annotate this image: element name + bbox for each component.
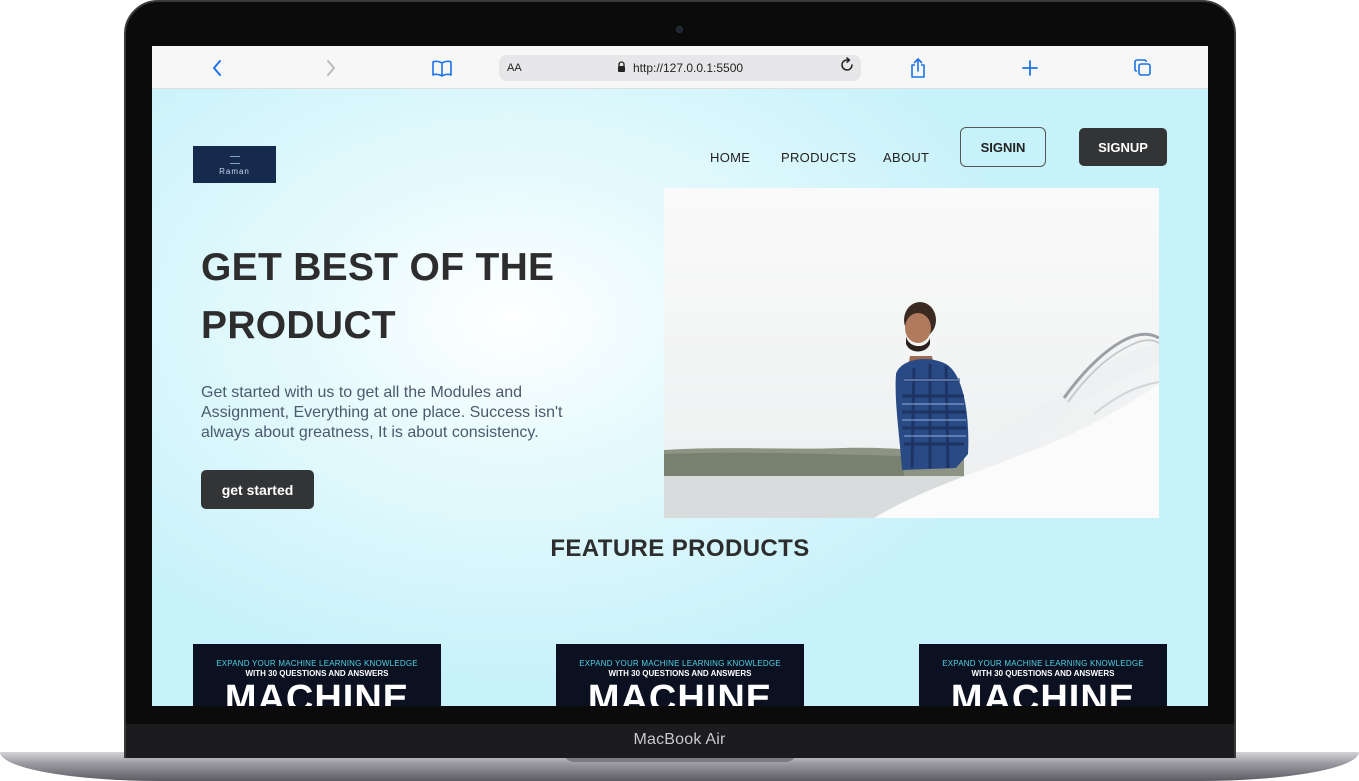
product-card[interactable]: EXPAND YOUR MACHINE LEARNING KNOWLEDGE W…: [556, 644, 804, 706]
url-text: http://127.0.0.1:5500: [632, 61, 744, 75]
hero-photo-illustration: [664, 188, 1159, 518]
product-card[interactable]: EXPAND YOUR MACHINE LEARNING KNOWLEDGE W…: [919, 644, 1167, 706]
address-bar[interactable]: AA http://127.0.0.1:5500: [499, 55, 861, 81]
book-icon[interactable]: [429, 46, 455, 89]
chevron-left-icon[interactable]: [204, 46, 230, 89]
feature-products-title: FEATURE PRODUCTS: [550, 535, 810, 562]
nav-products-link[interactable]: PRODUCTS: [781, 143, 856, 173]
browser-toolbar: AA http://127.0.0.1:5500: [152, 46, 1208, 89]
hero-title: GET BEST OF THE PRODUCT: [201, 239, 621, 355]
web-page: Raman HOME PRODUCTS ABOUT SIGNIN SIGNUP …: [152, 89, 1208, 706]
product-card-tagline: EXPAND YOUR MACHINE LEARNING KNOWLEDGE: [216, 659, 418, 668]
hero-title-line-2: PRODUCT: [201, 304, 396, 347]
product-card-subtitle: WITH 30 QUESTIONS AND ANSWERS: [971, 669, 1115, 678]
camera-icon: [676, 26, 683, 33]
laptop-mockup: MacBook Air AA http://127.0.0.1:5500 Ram…: [0, 0, 1359, 781]
hero-image: [664, 188, 1159, 518]
product-card-title: MACHINE: [224, 678, 410, 706]
device-label: MacBook Air: [633, 731, 726, 748]
tabs-icon[interactable]: [1130, 46, 1156, 89]
get-started-button[interactable]: get started: [201, 470, 314, 509]
nav-about-link[interactable]: ABOUT: [883, 143, 929, 173]
url-display[interactable]: http://127.0.0.1:5500: [499, 55, 861, 81]
chevron-right-icon[interactable]: [318, 46, 344, 89]
nav-home-link[interactable]: HOME: [710, 143, 750, 173]
signin-button[interactable]: SIGNIN: [960, 127, 1046, 167]
reload-icon[interactable]: [839, 55, 855, 81]
screen: AA http://127.0.0.1:5500 Raman HOME PROD…: [152, 46, 1208, 706]
product-card-tagline: EXPAND YOUR MACHINE LEARNING KNOWLEDGE: [579, 659, 781, 668]
logo-mark-icon: [230, 156, 240, 164]
site-logo[interactable]: Raman: [193, 146, 276, 183]
product-card-title: MACHINE: [950, 678, 1136, 706]
signup-button[interactable]: SIGNUP: [1079, 128, 1167, 166]
product-card[interactable]: EXPAND YOUR MACHINE LEARNING KNOWLEDGE W…: [193, 644, 441, 706]
logo-text: Raman: [219, 167, 250, 176]
product-card-subtitle: WITH 30 QUESTIONS AND ANSWERS: [608, 669, 752, 678]
plus-icon[interactable]: [1017, 46, 1043, 89]
hero-description: Get started with us to get all the Modul…: [201, 384, 563, 441]
product-card-tagline: EXPAND YOUR MACHINE LEARNING KNOWLEDGE: [942, 659, 1144, 668]
lock-icon: [617, 61, 629, 75]
share-icon[interactable]: [905, 46, 931, 89]
product-card-title: MACHINE: [587, 678, 773, 706]
product-card-subtitle: WITH 30 QUESTIONS AND ANSWERS: [245, 669, 389, 678]
hero-title-line-1: GET BEST OF THE: [201, 246, 555, 289]
